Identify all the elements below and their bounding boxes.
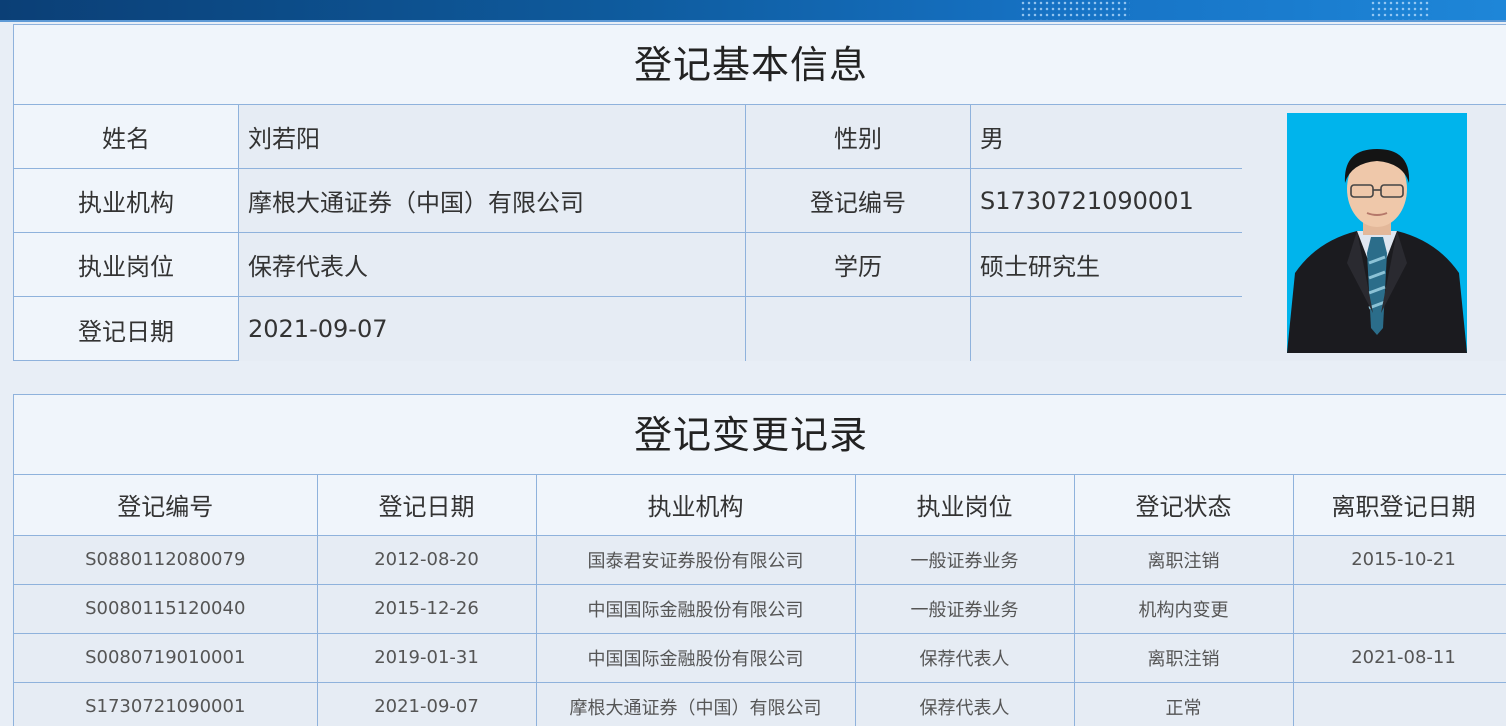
org-label: 执业机构 xyxy=(14,169,239,233)
cell-reg-date: 2015-12-26 xyxy=(317,584,537,634)
position-label: 执业岗位 xyxy=(14,233,239,297)
cell-leave-date: 2015-10-21 xyxy=(1293,535,1506,585)
header-position: 执业岗位 xyxy=(855,475,1075,536)
cell-reg-no: S0080719010001 xyxy=(14,633,318,683)
cell-org: 中国国际金融股份有限公司 xyxy=(536,584,856,634)
reg-no-label: 登记编号 xyxy=(746,169,971,233)
cell-reg-date: 2019-01-31 xyxy=(317,633,537,683)
cell-reg-date: 2012-08-20 xyxy=(317,535,537,585)
table-row: S1730721090001 2021-09-07 摩根大通证券（中国）有限公司… xyxy=(14,682,1506,726)
photo-cell xyxy=(1242,105,1506,361)
org-value: 摩根大通证券（中国）有限公司 xyxy=(239,169,746,233)
empty-value-cell xyxy=(971,297,1243,361)
header-leave-date: 离职登记日期 xyxy=(1293,475,1506,536)
gender-value: 男 xyxy=(971,105,1243,169)
cell-position: 保荐代表人 xyxy=(855,633,1075,683)
header-status: 登记状态 xyxy=(1074,475,1294,536)
cell-leave-date xyxy=(1293,584,1506,634)
reg-date-label: 登记日期 xyxy=(14,297,239,361)
banner-dots-decoration xyxy=(1020,0,1130,20)
header-reg-no: 登记编号 xyxy=(14,475,318,536)
reg-date-value: 2021-09-07 xyxy=(239,297,746,361)
education-value: 硕士研究生 xyxy=(971,233,1243,297)
cell-reg-date: 2021-09-07 xyxy=(317,682,537,726)
basic-info-panel: 登记基本信息 姓名 刘若阳 性别 男 执业机构 摩根大通证券（中国）有限公司 登… xyxy=(13,24,1506,361)
cell-status: 离职注销 xyxy=(1074,633,1294,683)
cell-org: 中国国际金融股份有限公司 xyxy=(536,633,856,683)
name-value: 刘若阳 xyxy=(239,105,746,169)
cell-leave-date xyxy=(1293,682,1506,726)
basic-info-grid: 姓名 刘若阳 性别 男 执业机构 摩根大通证券（中国）有限公司 登记编号 S17… xyxy=(14,105,1506,361)
change-records-panel: 登记变更记录 登记编号 登记日期 执业机构 执业岗位 登记状态 离职登记日期 S… xyxy=(13,394,1506,726)
profile-photo xyxy=(1287,113,1467,353)
cell-position: 保荐代表人 xyxy=(855,682,1075,726)
name-label: 姓名 xyxy=(14,105,239,169)
cell-org: 国泰君安证券股份有限公司 xyxy=(536,535,856,585)
table-row: S0080115120040 2015-12-26 中国国际金融股份有限公司 一… xyxy=(14,584,1506,634)
header-org: 执业机构 xyxy=(536,475,856,536)
cell-org: 摩根大通证券（中国）有限公司 xyxy=(536,682,856,726)
cell-status: 离职注销 xyxy=(1074,535,1294,585)
change-records-table: 登记编号 登记日期 执业机构 执业岗位 登记状态 离职登记日期 S0880112… xyxy=(14,475,1506,726)
change-records-title: 登记变更记录 xyxy=(14,395,1506,475)
cell-reg-no: S0080115120040 xyxy=(14,584,318,634)
empty-label-cell xyxy=(746,297,971,361)
gender-label: 性别 xyxy=(746,105,971,169)
cell-reg-no: S1730721090001 xyxy=(14,682,318,726)
top-banner xyxy=(0,0,1506,22)
cell-reg-no: S0880112080079 xyxy=(14,535,318,585)
cell-leave-date: 2021-08-11 xyxy=(1293,633,1506,683)
banner-dots-decoration xyxy=(1370,0,1430,20)
table-row: S0880112080079 2012-08-20 国泰君安证券股份有限公司 一… xyxy=(14,535,1506,585)
cell-status: 正常 xyxy=(1074,682,1294,726)
basic-info-title: 登记基本信息 xyxy=(14,25,1506,105)
person-portrait-icon xyxy=(1287,113,1467,353)
table-row: S0080719010001 2019-01-31 中国国际金融股份有限公司 保… xyxy=(14,633,1506,683)
table-header-row: 登记编号 登记日期 执业机构 执业岗位 登记状态 离职登记日期 xyxy=(14,475,1506,536)
header-reg-date: 登记日期 xyxy=(317,475,537,536)
cell-position: 一般证券业务 xyxy=(855,584,1075,634)
position-value: 保荐代表人 xyxy=(239,233,746,297)
cell-position: 一般证券业务 xyxy=(855,535,1075,585)
reg-no-value: S1730721090001 xyxy=(971,169,1243,233)
education-label: 学历 xyxy=(746,233,971,297)
cell-status: 机构内变更 xyxy=(1074,584,1294,634)
